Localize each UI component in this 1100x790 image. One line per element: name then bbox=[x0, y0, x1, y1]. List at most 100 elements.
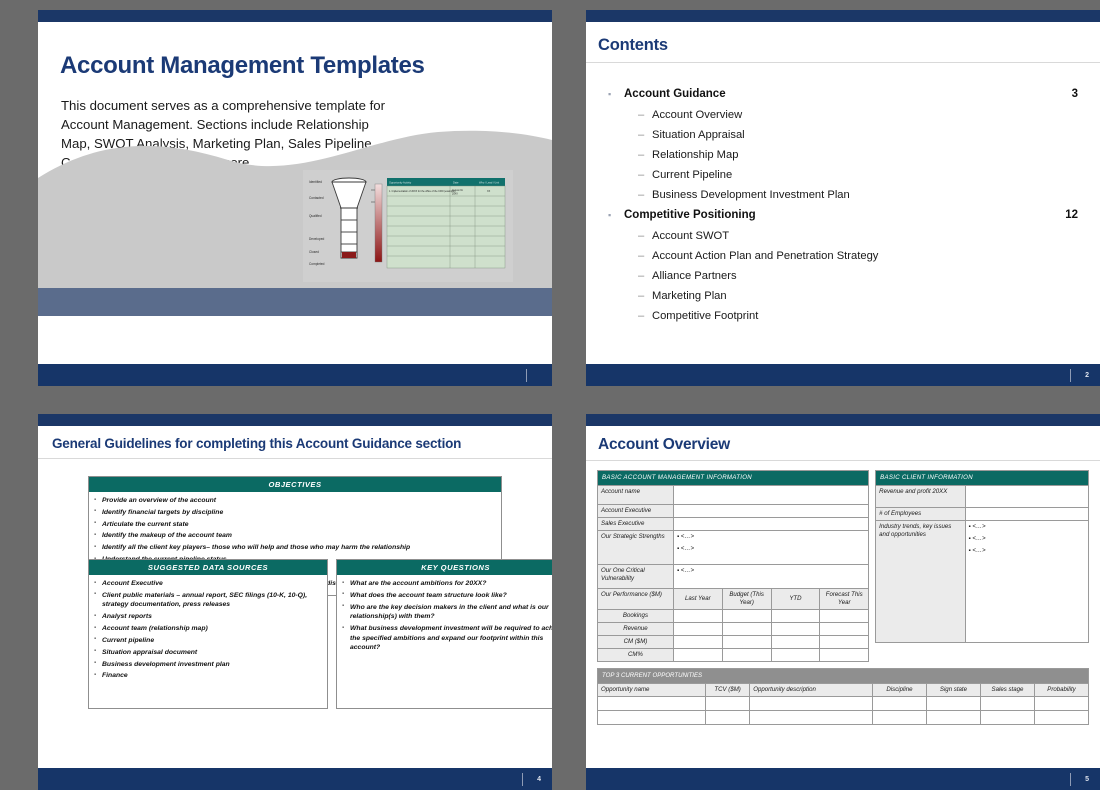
table-row: Our One Critical Vulnerability ▪ <…> bbox=[597, 564, 870, 590]
cell[interactable] bbox=[721, 648, 772, 663]
slide-contents[interactable]: Contents ▪ Account Guidance 3 – Account … bbox=[586, 10, 1100, 386]
cell[interactable] bbox=[770, 635, 821, 650]
table-header-basic-client: BASIC CLIENT INFORMATION bbox=[875, 469, 1089, 487]
cell[interactable] bbox=[721, 609, 772, 624]
slide-footer-bar: 5 bbox=[586, 768, 1100, 790]
cell[interactable] bbox=[672, 635, 723, 650]
cell[interactable] bbox=[1033, 710, 1090, 726]
slide-account-overview[interactable]: Account Overview BASIC ACCOUNT MANAGEMEN… bbox=[586, 414, 1100, 790]
row-value[interactable] bbox=[964, 507, 1090, 522]
dash-icon: – bbox=[638, 250, 645, 262]
table-row: Account name bbox=[597, 485, 870, 506]
table-row: Account Executive bbox=[597, 504, 870, 519]
toc-item-label: Account Overview bbox=[652, 109, 743, 121]
cell[interactable] bbox=[721, 622, 772, 637]
table-basic-account-management[interactable]: BASIC ACCOUNT MANAGEMENT INFORMATION Acc… bbox=[596, 469, 870, 663]
dash-icon: – bbox=[638, 310, 645, 322]
list-item: What are the account ambitions for 20XX? bbox=[342, 579, 552, 589]
panel-key-questions: KEY QUESTIONS What are the account ambit… bbox=[336, 559, 552, 709]
toc-item[interactable]: – Marketing Plan bbox=[608, 290, 1082, 302]
slide-deck-grid: Account Management Templates This docume… bbox=[0, 0, 1100, 790]
row-label: Industry trends, key issues and opportun… bbox=[875, 520, 966, 644]
cell[interactable] bbox=[819, 622, 870, 637]
cell[interactable] bbox=[819, 609, 870, 624]
toc-item[interactable]: – Account Action Plan and Penetration St… bbox=[608, 250, 1082, 262]
toc-item[interactable]: – Competitive Footprint bbox=[608, 310, 1082, 322]
row-bullets[interactable]: ▪ <…> ▪ <…> ▪ <…> bbox=[964, 520, 1090, 644]
toc-item[interactable]: – Account SWOT bbox=[608, 230, 1082, 242]
table-top-opportunities[interactable]: TOP 3 CURRENT OPPORTUNITIES Opportunity … bbox=[596, 668, 1090, 726]
row-label: Bookings bbox=[597, 609, 674, 624]
panel-header-objectives: OBJECTIVES bbox=[89, 477, 501, 492]
cell[interactable] bbox=[819, 635, 870, 650]
slide-top-accent-bar bbox=[586, 10, 1100, 22]
row-value[interactable] bbox=[672, 517, 870, 532]
cell[interactable] bbox=[721, 635, 772, 650]
slide-general-guidelines[interactable]: General Guidelines for completing this A… bbox=[38, 414, 552, 790]
list-item: Account team (relationship map) bbox=[94, 624, 321, 634]
cell[interactable] bbox=[596, 696, 707, 712]
svg-text:Closed: Closed bbox=[309, 250, 319, 254]
row-label: Sales Executive bbox=[597, 517, 674, 532]
cell[interactable] bbox=[672, 622, 723, 637]
table-row: Bookings bbox=[597, 609, 870, 624]
list-item: Identify all the client key players– tho… bbox=[94, 543, 495, 553]
row-label: # of Employees bbox=[875, 507, 966, 522]
cell[interactable] bbox=[672, 648, 723, 663]
performance-column-header: Forecast This Year bbox=[819, 588, 870, 611]
page-title: General Guidelines for completing this A… bbox=[52, 436, 462, 451]
cell[interactable] bbox=[770, 622, 821, 637]
column-header: Opportunity description bbox=[749, 683, 873, 698]
toc-item[interactable]: – Current Pipeline bbox=[608, 169, 1082, 181]
bullet-value: ▪ <…> bbox=[676, 533, 695, 541]
cell[interactable] bbox=[672, 609, 723, 624]
row-label: Account Executive bbox=[597, 504, 674, 519]
toc-item-label: Competitive Footprint bbox=[652, 310, 759, 322]
cover-thumbnail-image: Identified Contacted Qualified Developed… bbox=[303, 170, 513, 282]
list-item: Business development investment plan bbox=[94, 659, 321, 670]
cell[interactable] bbox=[979, 710, 1035, 726]
cell[interactable] bbox=[705, 710, 751, 726]
cell[interactable] bbox=[1033, 696, 1090, 712]
toc-item[interactable]: – Alliance Partners bbox=[608, 270, 1082, 282]
cell[interactable] bbox=[925, 710, 981, 726]
table-basic-client-information[interactable]: BASIC CLIENT INFORMATION Revenue and pro… bbox=[875, 469, 1090, 644]
toc-item[interactable]: – Account Overview bbox=[608, 109, 1082, 121]
cell[interactable] bbox=[770, 648, 821, 663]
title-divider bbox=[586, 460, 1100, 461]
cell[interactable] bbox=[819, 648, 870, 663]
list-item: Provide an overview of the account bbox=[94, 496, 495, 506]
row-label: Revenue and profit 20XX bbox=[875, 485, 966, 509]
list-item: Situation appraisal document bbox=[94, 647, 321, 658]
cell[interactable] bbox=[770, 609, 821, 624]
cell[interactable] bbox=[979, 696, 1035, 712]
toc-item-label: Account SWOT bbox=[652, 230, 730, 242]
toc-section-heading[interactable]: ▪ Competitive Positioning 12 bbox=[608, 209, 1082, 221]
table-row: Our Strategic Strengths ▪ <…> ▪ <…> bbox=[597, 530, 870, 566]
toc-item-label: Marketing Plan bbox=[652, 290, 727, 302]
slide-cover[interactable]: Account Management Templates This docume… bbox=[38, 10, 552, 386]
toc-item[interactable]: – Relationship Map bbox=[608, 149, 1082, 161]
row-value[interactable] bbox=[672, 504, 870, 519]
cell[interactable] bbox=[705, 696, 751, 712]
bullet-value: ▪ <…> bbox=[676, 567, 695, 575]
row-value[interactable] bbox=[964, 485, 1090, 509]
row-bullets[interactable]: ▪ <…> ▪ <…> bbox=[672, 530, 870, 566]
cell[interactable] bbox=[749, 696, 873, 712]
cell[interactable] bbox=[871, 710, 927, 726]
dash-icon: – bbox=[638, 270, 645, 282]
svg-text:Qualified: Qualified bbox=[309, 214, 322, 218]
slide-top-accent-bar bbox=[38, 10, 552, 22]
cell[interactable] bbox=[749, 710, 873, 726]
cell[interactable] bbox=[925, 696, 981, 712]
cell[interactable] bbox=[596, 710, 707, 726]
toc-section-page: 12 bbox=[1065, 209, 1078, 221]
column-header: Opportunity name bbox=[596, 683, 707, 698]
row-bullets[interactable]: ▪ <…> bbox=[672, 564, 870, 590]
cover-blue-band bbox=[38, 288, 552, 316]
toc-item[interactable]: – Business Development Investment Plan bbox=[608, 189, 1082, 201]
toc-section-heading[interactable]: ▪ Account Guidance 3 bbox=[608, 88, 1082, 100]
cell[interactable] bbox=[871, 696, 927, 712]
row-value[interactable] bbox=[672, 485, 870, 506]
toc-item[interactable]: – Situation Appraisal bbox=[608, 129, 1082, 141]
